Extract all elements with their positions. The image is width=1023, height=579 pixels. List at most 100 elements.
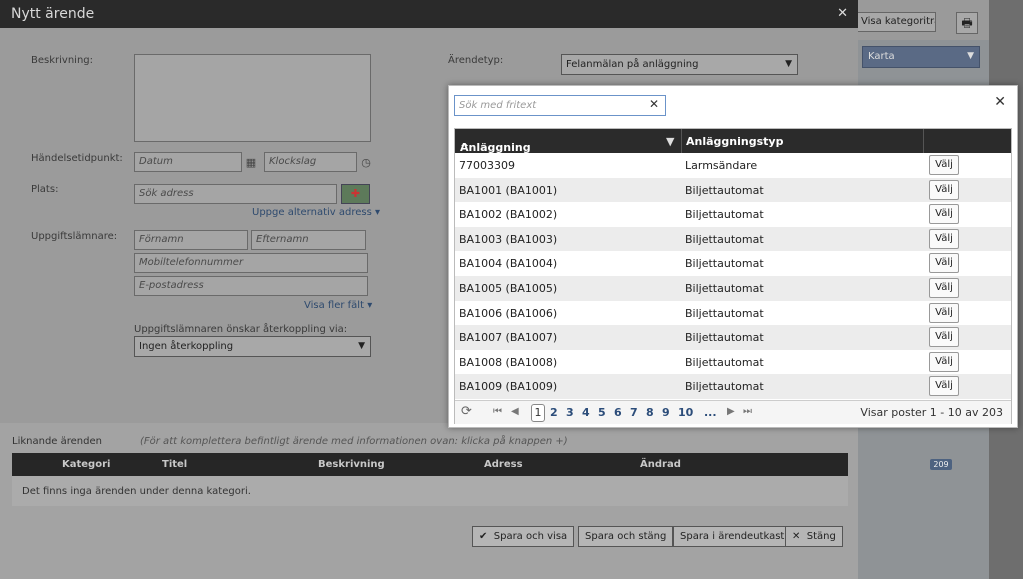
facility-type-cell: Biljettautomat (685, 208, 764, 222)
firstname-input[interactable]: Förnamn (134, 230, 248, 250)
mobile-input[interactable]: Mobiltelefonnummer (134, 253, 368, 273)
chevron-down-icon: ▼ (967, 51, 974, 61)
map-pick-icon[interactable]: ✚ (341, 184, 370, 204)
facility-cell: BA1004 (BA1004) (459, 257, 558, 271)
choose-button[interactable]: Välj (929, 376, 959, 397)
facility-cell: BA1009 (BA1009) (459, 380, 558, 394)
description-textarea[interactable] (134, 54, 371, 142)
choose-button[interactable]: Välj (929, 228, 959, 249)
case-type-label: Ärendetyp: (448, 55, 504, 66)
choose-button[interactable]: Välj (929, 204, 959, 225)
address-search-input[interactable]: Sök adress (134, 184, 337, 204)
chevron-down-icon: ▼ (785, 59, 792, 69)
page-link[interactable]: 4 (582, 406, 590, 419)
first-page-icon[interactable]: ⏮ (493, 406, 502, 417)
feedback-value: Ingen återkoppling (139, 341, 234, 352)
facility-type-cell: Biljettautomat (685, 232, 764, 246)
alt-address-link[interactable]: Uppge alternativ adress ▾ (252, 207, 380, 218)
table-row: BA1001 (BA1001) Biljettautomat Välj (455, 177, 1011, 203)
lastname-input[interactable]: Efternamn (251, 230, 366, 250)
close-button[interactable]: ✕ Stäng (785, 526, 843, 547)
column-header[interactable]: Titel (162, 459, 187, 470)
case-type-select[interactable]: Felanmälan på anläggning ▼ (561, 54, 798, 75)
refresh-icon[interactable]: ⟳ (461, 404, 472, 419)
save-draft-button[interactable]: Spara i ärendeutkast (673, 526, 792, 547)
close-icon: ✕ (792, 531, 801, 542)
page-link[interactable]: 6 (614, 406, 622, 419)
case-type-value: Felanmälan på anläggning (566, 59, 699, 70)
freetext-search-input[interactable]: Sök med fritext (454, 95, 666, 116)
facility-cell: BA1003 (BA1003) (459, 232, 558, 246)
table-row: 77003309 Larmsändare Välj (455, 153, 1011, 178)
road-number-badge: 209 (930, 459, 952, 470)
similar-cases-hint: (För att komplettera befintligt ärende m… (140, 436, 568, 447)
save-draft-label: Spara i ärendeutkast (680, 531, 785, 542)
close-button-label: Stäng (806, 531, 836, 542)
close-icon[interactable]: ✕ (837, 6, 848, 21)
choose-button[interactable]: Välj (929, 155, 959, 175)
page-link[interactable]: 7 (630, 406, 638, 419)
save-and-view-label: Spara och visa (493, 531, 568, 542)
map-layer-select[interactable]: Karta ▼ (862, 46, 980, 68)
feedback-select[interactable]: Ingen återkoppling ▼ (134, 336, 371, 357)
save-and-close-label: Spara och stäng (585, 531, 667, 542)
more-fields-link[interactable]: Visa fler fält ▾ (304, 300, 372, 311)
facility-cell: BA1005 (BA1005) (459, 282, 558, 295)
facility-type-cell: Larmsändare (685, 159, 758, 172)
page-link[interactable]: 10 (678, 406, 693, 419)
last-page-icon[interactable]: ⏭ (743, 406, 752, 417)
page-link[interactable]: 5 (598, 406, 606, 419)
choose-button[interactable]: Välj (929, 278, 959, 298)
facility-grid-header: Anläggning ^ ▼ Anläggningstyp (455, 129, 1011, 154)
column-header[interactable]: Ändrad (640, 459, 681, 470)
column-header[interactable]: Beskrivning (318, 459, 385, 470)
date-input[interactable]: Datum (134, 152, 242, 172)
email-input[interactable]: E-postadress (134, 276, 368, 296)
more-fields-link-text: Visa fler fält (304, 300, 365, 311)
similar-cases-empty: Det finns inga ärenden under denna kateg… (12, 476, 848, 506)
similar-cases-header: Kategori Titel Beskrivning Adress Ändrad (12, 453, 848, 476)
table-row: BA1008 (BA1008) Biljettautomat Välj (455, 350, 1011, 375)
column-header-type[interactable]: Anläggningstyp (686, 135, 783, 148)
category-tree-button[interactable]: Visa kategoriträd (856, 12, 936, 32)
pager-info: Visar poster 1 - 10 av 203 (860, 406, 1003, 419)
choose-button[interactable]: Välj (929, 351, 959, 372)
calendar-icon[interactable]: ▦ (244, 156, 258, 170)
page-link[interactable]: 3 (566, 406, 574, 419)
column-header[interactable]: Kategori (62, 459, 110, 470)
clear-search-icon[interactable]: ✕ (649, 97, 659, 111)
facility-type-cell: Biljettautomat (685, 331, 764, 345)
choose-button[interactable]: Välj (929, 253, 959, 274)
save-and-close-button[interactable]: Spara och stäng (578, 526, 674, 547)
facility-cell: BA1006 (BA1006) (459, 306, 558, 320)
close-icon[interactable]: ✕ (994, 94, 1006, 110)
reporter-label: Uppgiftslämnare: (31, 231, 118, 242)
facility-type-cell: Biljettautomat (685, 306, 764, 320)
print-icon[interactable]: 🖶 (956, 12, 978, 34)
similar-cases-title: Liknande ärenden (12, 436, 102, 447)
facility-cell: BA1007 (BA1007) (459, 331, 558, 345)
prev-page-icon[interactable]: ◀ (511, 406, 519, 417)
save-and-view-button[interactable]: ✔ Spara och visa (472, 526, 575, 547)
filter-icon[interactable]: ▼ (666, 135, 674, 148)
column-header[interactable]: Adress (484, 459, 523, 470)
page-link[interactable]: ... (704, 406, 717, 419)
table-row: BA1007 (BA1007) Biljettautomat Välj (455, 325, 1011, 350)
time-input[interactable]: Klockslag (264, 152, 357, 172)
facility-cell: 77003309 (459, 159, 515, 172)
choose-button[interactable]: Välj (929, 327, 959, 348)
pager: ⟳ ⏮ ◀ 1 2 3 4 5 6 7 8 9 10... ▶ ⏭ Visar poster 1… (455, 400, 1011, 424)
column-divider (923, 129, 924, 153)
facility-type-cell: Biljettautomat (685, 183, 764, 197)
page-link[interactable]: 8 (646, 406, 654, 419)
page-link[interactable]: 9 (662, 406, 670, 419)
choose-button[interactable]: Välj (929, 302, 959, 323)
next-page-icon[interactable]: ▶ (727, 406, 735, 417)
current-page[interactable]: 1 (531, 404, 545, 422)
check-icon: ✔ (479, 531, 488, 542)
page-link[interactable]: 2 (550, 406, 558, 419)
choose-button[interactable]: Välj (929, 179, 959, 200)
clock-icon[interactable]: ◷ (359, 156, 373, 170)
dialog-title: Nytt ärende (11, 6, 95, 22)
facility-cell: BA1008 (BA1008) (459, 355, 558, 369)
